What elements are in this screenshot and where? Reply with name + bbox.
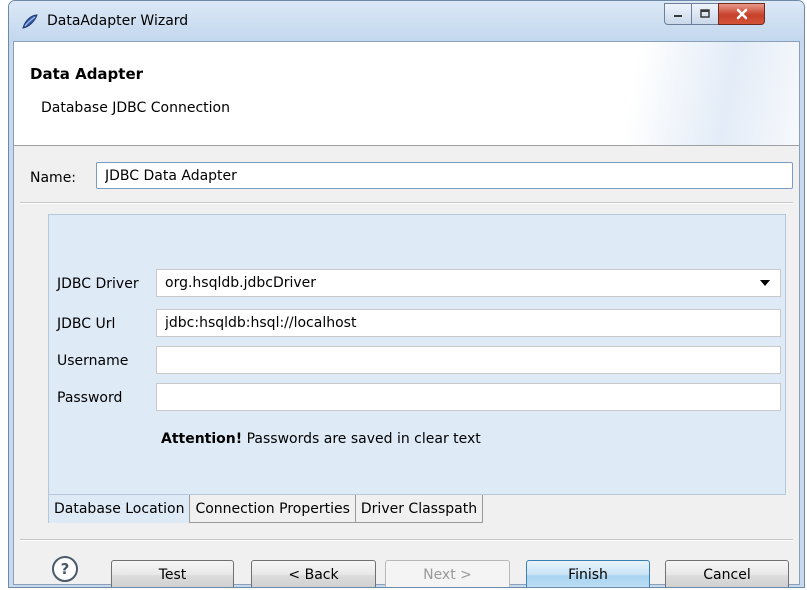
chevron-down-icon[interactable] (760, 280, 770, 286)
test-button[interactable]: Test (111, 560, 234, 587)
jdbc-url-label: JDBC Url (57, 316, 116, 332)
attention-text: Passwords are saved in clear text (246, 431, 481, 447)
app-icon (22, 14, 38, 29)
password-input[interactable] (156, 383, 781, 411)
page-description: Database JDBC Connection (41, 100, 230, 116)
minimize-button[interactable] (664, 3, 692, 25)
wizard-body: Data Adapter Database JDBC Connection Na… (13, 41, 800, 587)
finish-button[interactable]: Finish (526, 560, 650, 587)
button-bar-divider (20, 539, 793, 541)
dataadapter-wizard-window: DataAdapter Wizard Data Adapter Database… (8, 0, 805, 588)
tab-database-location[interactable]: Database Location (48, 495, 191, 523)
password-warning: Attention! Passwords are saved in clear … (161, 431, 481, 447)
window-title: DataAdapter Wizard (47, 13, 189, 29)
help-icon[interactable]: ? (52, 556, 78, 582)
jdbc-url-input[interactable] (156, 309, 781, 337)
username-input[interactable] (156, 346, 781, 374)
tab-connection-properties[interactable]: Connection Properties (190, 495, 356, 523)
username-label: Username (57, 353, 129, 369)
title-bar[interactable]: DataAdapter Wizard (9, 1, 804, 41)
wizard-header: Data Adapter Database JDBC Connection (14, 42, 799, 146)
tab-driver-classpath[interactable]: Driver Classpath (355, 495, 484, 523)
database-location-panel: JDBC Driver org.hsqldb.jdbcDriver JDBC U… (48, 214, 786, 495)
jdbc-driver-value: org.hsqldb.jdbcDriver (165, 275, 317, 291)
close-button[interactable] (718, 3, 765, 25)
minimize-icon (674, 15, 682, 17)
maximize-icon (700, 9, 710, 18)
jdbc-driver-label: JDBC Driver (57, 276, 139, 292)
name-label: Name: (30, 170, 77, 186)
maximize-button[interactable] (691, 3, 719, 25)
page-title: Data Adapter (30, 65, 144, 83)
name-input[interactable] (96, 162, 793, 189)
tab-bar: Database Location Connection Properties … (48, 495, 484, 523)
attention-label: Attention! (161, 431, 243, 447)
back-button[interactable]: < Back (251, 560, 376, 587)
close-icon (736, 8, 747, 20)
cancel-button[interactable]: Cancel (665, 560, 789, 587)
next-button[interactable]: Next > (385, 560, 510, 587)
divider (20, 202, 793, 204)
jdbc-driver-select[interactable]: org.hsqldb.jdbcDriver (156, 269, 781, 297)
password-label: Password (57, 390, 123, 406)
